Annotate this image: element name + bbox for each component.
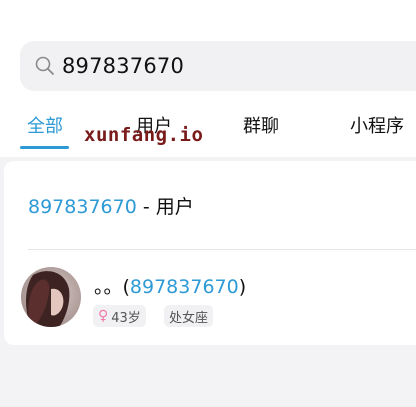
zodiac-tag: 处女座: [164, 305, 214, 327]
search-input[interactable]: 897837670: [62, 54, 184, 78]
section-title: 897837670 - 用户: [28, 192, 194, 219]
section-title-suffix: - 用户: [136, 196, 194, 218]
search-bar[interactable]: 897837670: [20, 41, 416, 91]
result-card: 897837670 - 用户 。。(897837670) ♀ 43岁 处女座: [4, 161, 416, 345]
result-name[interactable]: 。。(897837670): [94, 272, 246, 299]
divider: [28, 249, 416, 250]
result-name-prefix: 。。(: [94, 276, 130, 298]
result-name-suffix: ): [238, 276, 247, 298]
section-title-number[interactable]: 897837670: [28, 196, 137, 218]
zodiac-value: 处女座: [169, 310, 209, 326]
active-tab-indicator: [20, 146, 69, 149]
result-number: 897837670: [129, 276, 239, 298]
tab-mini-programs[interactable]: 小程序: [350, 112, 404, 138]
tab-bar: 全部 用户 群聊 小程序: [0, 112, 416, 152]
top-bar: 897837670 全部 用户 群聊 小程序: [0, 0, 416, 157]
age-value: 43岁: [111, 310, 141, 326]
watermark: xunfang.io: [84, 124, 204, 146]
avatar-image: [21, 267, 81, 327]
tab-groups[interactable]: 群聊: [243, 112, 279, 138]
female-icon: ♀: [98, 308, 109, 324]
age-tag: ♀ 43岁: [93, 305, 146, 327]
tab-all[interactable]: 全部: [27, 112, 63, 138]
avatar[interactable]: [21, 267, 81, 327]
search-icon: [35, 56, 54, 75]
